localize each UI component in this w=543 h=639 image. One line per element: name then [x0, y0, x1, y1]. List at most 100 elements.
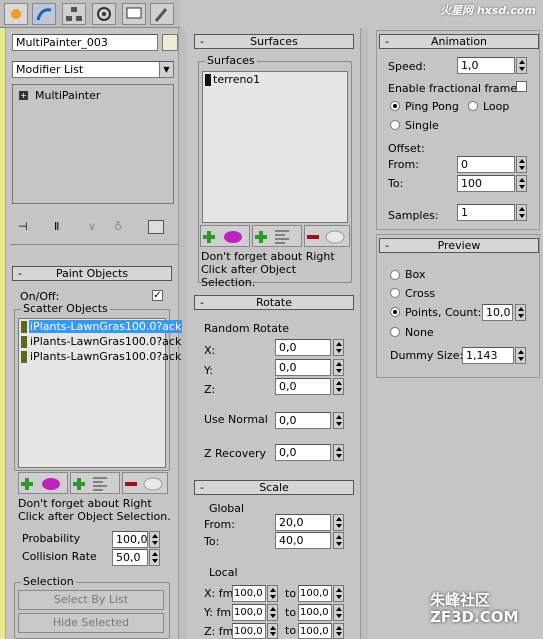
local-z-to-spinner[interactable] — [333, 623, 344, 639]
add-surface-list-button[interactable] — [252, 225, 302, 247]
use-normal-field[interactable]: 0,0 — [275, 412, 331, 429]
rotate-z-spinner[interactable] — [333, 378, 344, 395]
local-z-to-label: to — [285, 624, 297, 637]
column-divider — [178, 28, 186, 639]
pin-stack-icon[interactable]: ⊣ — [18, 220, 34, 234]
loop-radio[interactable] — [468, 101, 478, 111]
offset-to-spinner[interactable] — [516, 175, 527, 192]
hierarchy-icon[interactable] — [62, 3, 86, 25]
rotate-x-label: X: — [204, 344, 216, 357]
scale-to-spinner[interactable] — [333, 532, 344, 549]
list-item[interactable]: iPlants-LawnGras100.0?ack — [20, 350, 181, 364]
preview-header[interactable]: - Preview — [379, 238, 539, 253]
stack-item-label: MultiPainter — [35, 89, 101, 102]
chevron-down-icon[interactable]: ▼ — [159, 62, 173, 77]
list-item-label: iPlants-LawnGras100.0?ack — [29, 320, 183, 333]
panel-scrollbar[interactable] — [0, 28, 6, 639]
count-label: Count: — [445, 306, 482, 319]
local-x-from-spinner[interactable] — [267, 585, 278, 602]
list-item[interactable]: iPlants-LawnGras100.0?ack — [20, 320, 183, 334]
remove-object-button[interactable] — [122, 472, 168, 494]
ping-pong-radio[interactable] — [390, 101, 400, 111]
watermark-bottom: 朱峰社区 ZF3D.COM — [408, 592, 540, 636]
remove-modifier-icon[interactable]: ♁ — [114, 220, 128, 234]
local-z-from-spinner[interactable] — [267, 623, 278, 639]
rotate-y-field[interactable]: 0,0 — [275, 359, 331, 376]
add-surface-button[interactable] — [200, 225, 250, 247]
speed-field[interactable]: 1,0 — [457, 57, 515, 74]
local-x-to-spinner[interactable] — [333, 585, 344, 602]
rotate-x-spinner[interactable] — [333, 339, 344, 356]
expand-plus-icon[interactable]: + — [19, 91, 28, 100]
count-field[interactable]: 10,0 — [482, 304, 513, 321]
add-object-button[interactable] — [18, 472, 68, 494]
list-item[interactable]: terreno1 — [204, 73, 344, 87]
animation-header[interactable]: - Animation — [379, 34, 539, 49]
scale-from-label: From: — [204, 518, 235, 531]
local-z-from-field[interactable]: 100,0 — [232, 623, 266, 639]
rotate-z-field[interactable]: 0,0 — [275, 378, 331, 395]
add-list-button[interactable] — [70, 472, 120, 494]
scale-from-spinner[interactable] — [333, 514, 344, 531]
list-item[interactable]: iPlants-LawnGras100.0?ack — [20, 335, 181, 349]
scale-to-field[interactable]: 40,0 — [275, 532, 331, 549]
modifier-stack[interactable]: + MultiPainter — [12, 84, 174, 204]
cross-radio[interactable] — [390, 288, 400, 298]
speed-spinner[interactable] — [516, 57, 527, 74]
z-recovery-field[interactable]: 0,0 — [275, 444, 331, 461]
surfaces-header[interactable]: - Surfaces — [194, 34, 354, 49]
local-y-from-spinner[interactable] — [267, 604, 278, 621]
offset-from-spinner[interactable] — [516, 156, 527, 173]
rotate-x-field[interactable]: 0,0 — [275, 339, 331, 356]
motion-icon[interactable] — [92, 3, 116, 25]
local-y-to-spinner[interactable] — [333, 604, 344, 621]
configure-sets-icon[interactable] — [148, 220, 164, 234]
rotate-y-spinner[interactable] — [333, 359, 344, 376]
offset-from-field[interactable]: 0 — [457, 156, 515, 173]
rotate-header[interactable]: - Rotate — [194, 295, 354, 310]
use-normal-spinner[interactable] — [333, 412, 344, 429]
local-y-to-field[interactable]: 100,0 — [298, 604, 332, 621]
samples-field[interactable]: 1 — [457, 204, 515, 221]
utilities-icon[interactable] — [150, 3, 174, 25]
z-recovery-spinner[interactable] — [333, 444, 344, 461]
none-radio[interactable] — [390, 327, 400, 337]
make-unique-icon[interactable]: ∨ — [88, 220, 102, 234]
create-icon[interactable] — [4, 3, 28, 25]
single-radio[interactable] — [390, 120, 400, 130]
local-x-to-field[interactable]: 100,0 — [298, 585, 332, 602]
count-spinner[interactable] — [515, 304, 526, 321]
dummy-size-field[interactable]: 1,143 — [462, 347, 514, 364]
scale-header[interactable]: - Scale — [194, 480, 354, 495]
collision-rate-spinner[interactable] — [149, 549, 160, 566]
collision-rate-field[interactable]: 50,0 — [112, 549, 148, 566]
modify-icon[interactable] — [32, 3, 56, 25]
modifier-list-dropdown[interactable]: Modifier List ▼ — [12, 61, 174, 78]
object-name-field[interactable]: MultiPainter_003 — [12, 34, 158, 51]
local-z-to-field[interactable]: 100,0 — [298, 623, 332, 639]
onoff-checkbox[interactable]: ✓ — [152, 290, 163, 301]
scatter-objects-list[interactable]: iPlants-LawnGras100.0?ack iPlants-LawnGr… — [18, 318, 183, 468]
surfaces-list[interactable]: terreno1 — [202, 71, 348, 223]
points-radio[interactable] — [390, 307, 400, 317]
select-by-list-button[interactable]: Select By List — [18, 590, 164, 610]
remove-surface-button[interactable] — [304, 225, 350, 247]
offset-to-field[interactable]: 100 — [457, 175, 515, 192]
dummy-size-spinner[interactable] — [515, 347, 526, 364]
scale-from-field[interactable]: 20,0 — [275, 514, 331, 531]
modifier-list-label: Modifier List — [16, 63, 84, 76]
box-radio[interactable] — [390, 270, 400, 280]
object-color-swatch[interactable] — [162, 34, 178, 51]
stack-item[interactable]: + MultiPainter — [17, 89, 167, 103]
show-end-result-icon[interactable]: Ⅱ — [54, 220, 66, 234]
hide-selected-button[interactable]: Hide Selected — [18, 613, 164, 633]
paint-objects-header[interactable]: - Paint Objects — [12, 266, 172, 281]
display-icon[interactable] — [122, 3, 146, 25]
samples-spinner[interactable] — [516, 204, 527, 221]
probability-spinner[interactable] — [149, 531, 160, 548]
probability-field[interactable]: 100,0 — [112, 531, 148, 548]
fractional-frames-checkbox[interactable] — [516, 81, 527, 92]
local-x-from-field[interactable]: 100,0 — [232, 585, 266, 602]
local-y-from-field[interactable]: 100,0 — [232, 604, 266, 621]
watermark-logo: 火星网 hxsd.com — [440, 2, 540, 28]
